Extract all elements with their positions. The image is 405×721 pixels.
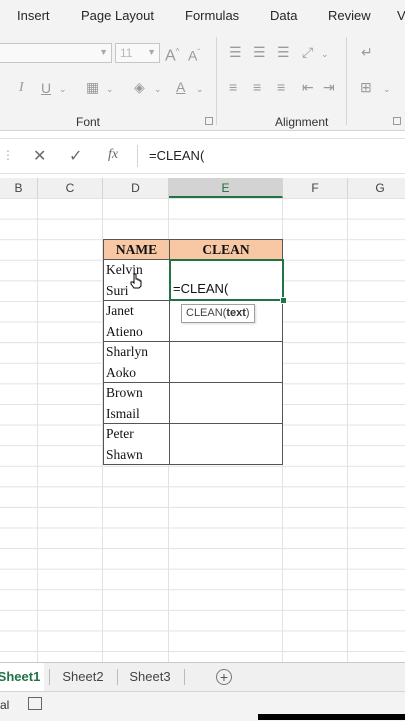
group-label-alignment: Alignment [275, 115, 329, 129]
fill-color-icon[interactable]: ◈ [134, 78, 145, 96]
tab-formulas[interactable]: Formulas [185, 8, 239, 23]
active-cell[interactable]: =CLEAN( [169, 259, 284, 301]
align-left-icon[interactable]: ≡ [229, 78, 237, 96]
status-mode: al [0, 698, 10, 712]
chevron-down-icon: ▼ [99, 47, 108, 57]
column-headers: B C D E F G [0, 178, 405, 199]
decrease-indent-icon[interactable]: ⇤ [302, 78, 314, 96]
enter-check-icon[interactable]: ✓ [69, 146, 82, 166]
table-cell-clean[interactable] [169, 423, 283, 465]
table-header-clean[interactable]: CLEAN [169, 239, 283, 260]
hand-cursor-icon [130, 273, 142, 289]
column-header-g[interactable]: G [348, 178, 405, 198]
chevron-down-icon[interactable]: ⌄ [59, 80, 67, 98]
align-bottom-icon[interactable]: ☰ [277, 43, 290, 61]
table-cell-clean[interactable] [169, 382, 283, 424]
increase-indent-icon[interactable]: ⇥ [323, 78, 335, 96]
formula-divider [137, 145, 138, 167]
more-icon[interactable]: ⋮ [2, 148, 14, 162]
tab-review[interactable]: Review [328, 8, 371, 23]
align-middle-icon[interactable]: ☰ [253, 43, 266, 61]
wrap-text-icon[interactable]: ↵ [361, 43, 373, 61]
align-right-icon[interactable]: ≡ [277, 78, 285, 96]
tab-data[interactable]: Data [270, 8, 297, 23]
screen-edge-bar [258, 714, 405, 720]
column-header-c[interactable]: C [38, 178, 103, 198]
borders-icon[interactable]: ▦ [86, 78, 99, 96]
formula-input[interactable]: =CLEAN( [149, 148, 204, 163]
sheet-tab-sheet3[interactable]: Sheet3 [121, 663, 179, 691]
sheet-tab-sheet1[interactable]: Sheet1 [0, 663, 44, 693]
formula-bar: ⋮ ✕ ✓ fx =CLEAN( [0, 138, 405, 174]
chevron-down-icon[interactable]: ⌄ [106, 80, 114, 98]
add-sheet-icon[interactable]: + [216, 669, 232, 685]
column-header-d[interactable]: D [103, 178, 169, 198]
decrease-font-icon[interactable]: Aˇ [188, 44, 200, 65]
font-name-box[interactable]: ▼ [0, 43, 112, 63]
sheet-tabs-bar: Sheet1 Sheet2 Sheet3 + [0, 662, 405, 693]
font-size-value: 11 [120, 46, 133, 60]
group-label-font: Font [76, 115, 101, 129]
fill-handle[interactable] [280, 297, 287, 304]
chevron-down-icon[interactable]: ⌄ [154, 80, 162, 98]
merge-center-icon[interactable]: ⊞ [360, 78, 372, 96]
font-dialog-launcher-icon[interactable] [205, 117, 213, 125]
table-header-name[interactable]: NAME [103, 239, 170, 260]
table-cell-name[interactable]: Peter Shawn [103, 423, 170, 465]
function-tooltip[interactable]: CLEAN(text) [181, 304, 255, 323]
table-cell-clean[interactable] [169, 341, 283, 383]
chevron-down-icon[interactable]: ⌄ [196, 80, 204, 98]
group-divider [216, 37, 217, 125]
macro-record-icon[interactable] [28, 697, 42, 710]
underline-icon[interactable]: U [41, 79, 51, 97]
font-color-icon[interactable]: A [176, 78, 185, 96]
align-center-icon[interactable]: ≡ [253, 78, 261, 96]
italic-icon[interactable]: I [19, 79, 24, 97]
font-size-box[interactable]: 11 ▼ [115, 43, 160, 63]
increase-font-icon[interactable]: A^ [165, 43, 179, 65]
table-cell-name[interactable]: Sharlyn Aoko [103, 341, 170, 383]
tab-view[interactable]: V [397, 8, 405, 23]
chevron-down-icon[interactable]: ⌄ [321, 45, 329, 63]
alignment-dialog-launcher-icon[interactable] [393, 117, 401, 125]
chevron-down-icon: ▼ [147, 47, 156, 57]
chevron-down-icon[interactable]: ⌄ [383, 80, 391, 98]
cancel-icon[interactable]: ✕ [33, 146, 46, 166]
gridline [347, 198, 348, 662]
column-header-f[interactable]: F [283, 178, 348, 198]
tab-divider [184, 669, 185, 685]
table-cell-name[interactable]: Janet Atieno [103, 300, 170, 342]
align-top-icon[interactable]: ☰ [229, 43, 242, 61]
ribbon: ▼ 11 ▼ A^ Aˇ I U ⌄ ▦ ⌄ ◈ ⌄ A ⌄ Font ☰ ☰ … [0, 33, 405, 131]
sheet-tab-sheet2[interactable]: Sheet2 [54, 663, 112, 691]
column-header-b[interactable]: B [0, 178, 38, 198]
tab-page-layout[interactable]: Page Layout [81, 8, 154, 23]
ribbon-tabs: Insert Page Layout Formulas Data Review … [0, 0, 405, 33]
gridline [37, 198, 38, 662]
group-divider [346, 37, 347, 125]
tab-insert[interactable]: Insert [17, 8, 50, 23]
tab-divider [117, 669, 118, 685]
insert-function-icon[interactable]: fx [108, 147, 118, 163]
tab-divider [49, 669, 50, 685]
column-header-e[interactable]: E [169, 178, 283, 198]
orientation-icon[interactable]: ⤢ [302, 43, 313, 61]
table-cell-name[interactable]: Brown Ismail [103, 382, 170, 424]
